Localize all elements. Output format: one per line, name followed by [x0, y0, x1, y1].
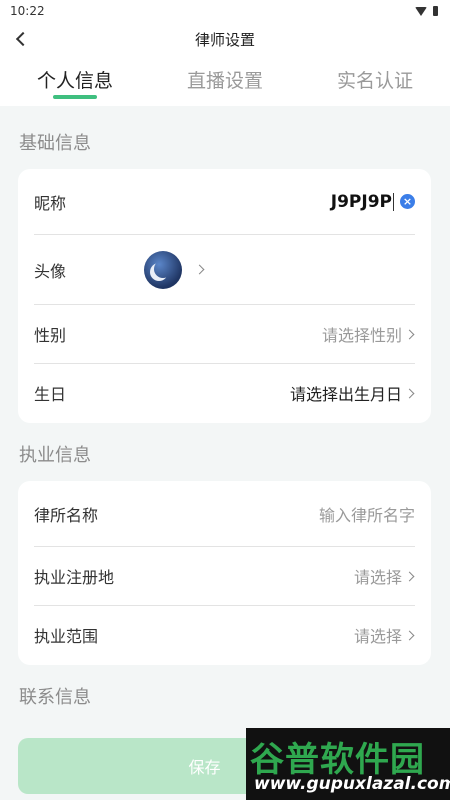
scope-placeholder: 请选择: [353, 627, 402, 646]
tab-label: 实名认证: [336, 70, 413, 92]
chevron-right-icon: [404, 630, 415, 640]
watermark-logo: 谷普软件园 www.gupuxlazal.com: [246, 728, 450, 800]
nickname-row[interactable]: 昵称 J9PJ9P ×: [34, 169, 415, 234]
tab-bar: 个人信息 直播设置 实名认证: [0, 56, 450, 106]
gender-row[interactable]: 性别 请选择性别: [34, 305, 415, 363]
basic-info-card: 昵称 J9PJ9P × 头像 性别 请选择性别 生日 请选择出生月日: [18, 169, 431, 423]
gender-placeholder: 请选择性别: [321, 326, 402, 345]
chevron-right-icon: [404, 571, 415, 581]
section-title-contact: 联系信息: [19, 687, 91, 708]
back-arrow-icon: [15, 31, 31, 47]
section-title-practice: 执业信息: [19, 445, 91, 466]
wifi-icon: [415, 6, 427, 16]
clear-icon[interactable]: ×: [400, 194, 415, 209]
avatar-label: 头像: [34, 261, 67, 281]
tab-live-settings[interactable]: 直播设置: [150, 56, 300, 106]
practice-info-card: 律所名称 输入律所名字 执业注册地 请选择 执业范围 请选择: [18, 481, 431, 665]
gender-select[interactable]: 请选择性别: [322, 322, 415, 346]
watermark-url: www.gupuxlazal.com: [254, 774, 450, 794]
birthday-label: 生日: [34, 385, 67, 404]
chevron-right-icon: [404, 329, 415, 339]
save-button-label: 保存: [188, 758, 221, 777]
page-title: 律师设置: [194, 30, 255, 49]
title-bar: 律师设置: [0, 22, 450, 56]
status-time: 10:22: [10, 4, 45, 18]
reg-place-row[interactable]: 执业注册地 请选择: [34, 547, 415, 605]
firm-name-label: 律所名称: [34, 505, 99, 525]
nickname-input[interactable]: J9PJ9P ×: [331, 192, 415, 212]
scope-label: 执业范围: [34, 627, 99, 646]
firm-name-input[interactable]: 输入律所名字: [319, 502, 415, 526]
status-icons: [415, 6, 438, 16]
reg-place-placeholder: 请选择: [353, 568, 402, 587]
scope-select[interactable]: 请选择: [354, 623, 415, 647]
tab-verification[interactable]: 实名认证: [300, 56, 450, 106]
moon-icon: [154, 260, 172, 278]
section-title-basic: 基础信息: [19, 133, 91, 154]
reg-place-label: 执业注册地: [34, 568, 115, 587]
gender-label: 性别: [34, 326, 67, 345]
avatar-row[interactable]: 头像: [34, 235, 415, 304]
chevron-right-icon: [404, 388, 415, 398]
birthday-row[interactable]: 生日 请选择出生月日: [34, 364, 415, 422]
firm-name-row[interactable]: 律所名称 输入律所名字: [34, 481, 415, 546]
birthday-select[interactable]: 请选择出生月日: [290, 381, 415, 405]
nickname-value: J9PJ9P: [330, 191, 392, 212]
tab-active-indicator: [53, 95, 97, 99]
firm-name-placeholder: 输入律所名字: [318, 505, 415, 525]
avatar[interactable]: [144, 251, 182, 289]
battery-icon: [433, 6, 438, 16]
scope-row[interactable]: 执业范围 请选择: [34, 606, 415, 664]
back-button[interactable]: [10, 28, 32, 50]
birthday-placeholder: 请选择出生月日: [289, 385, 402, 404]
status-bar: 10:22: [0, 0, 450, 22]
tab-label: 个人信息: [36, 70, 113, 92]
tab-personal-info[interactable]: 个人信息: [0, 56, 150, 106]
nickname-label: 昵称: [34, 193, 67, 213]
reg-place-select[interactable]: 请选择: [354, 564, 415, 588]
text-cursor: [393, 192, 394, 211]
tab-label: 直播设置: [186, 70, 263, 92]
